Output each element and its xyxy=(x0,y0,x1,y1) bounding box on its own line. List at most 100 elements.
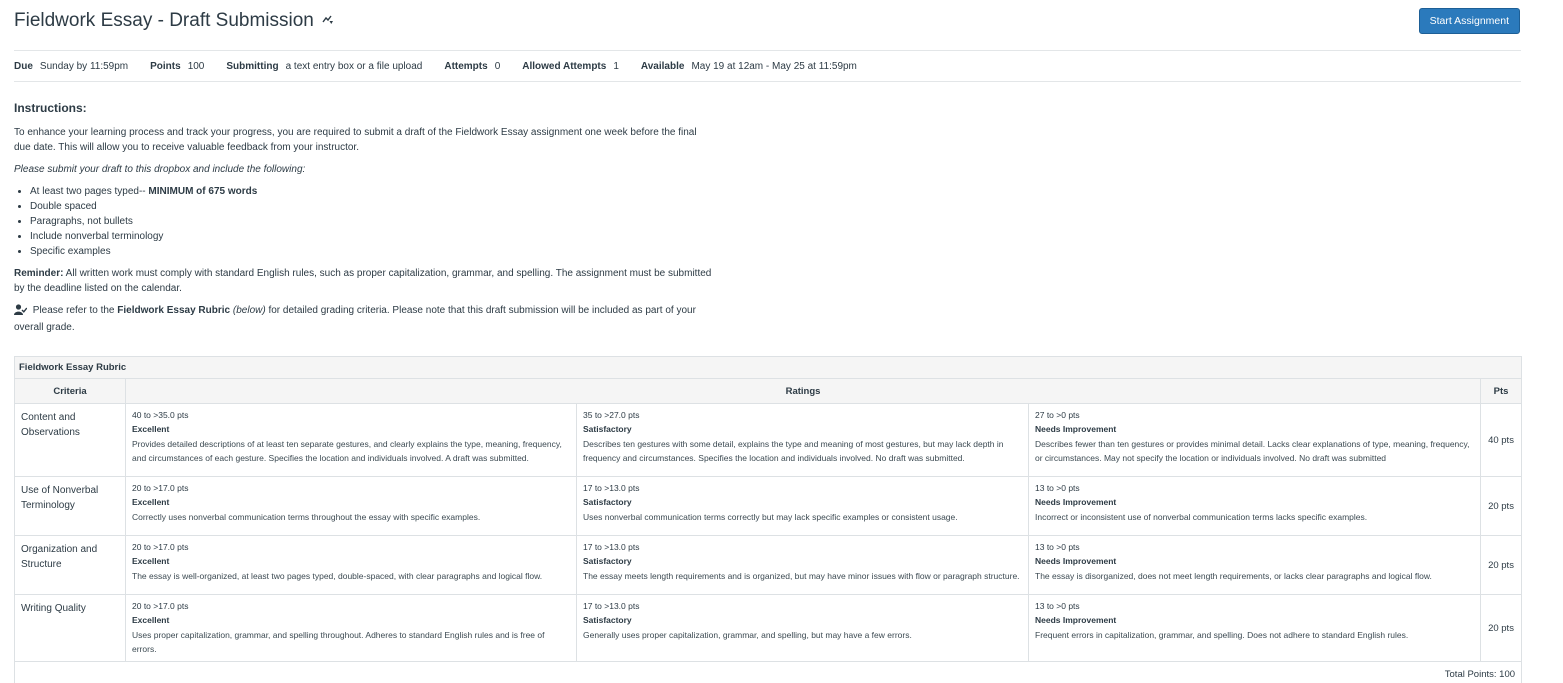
points-value: 100 xyxy=(187,60,205,72)
rubric-table: Fieldwork Essay Rubric Criteria Ratings … xyxy=(13,356,1523,683)
attempts-detail: Attempts 0 xyxy=(444,61,500,72)
rating-level: Satisfactory xyxy=(583,496,632,507)
available-detail: Available May 19 at 12am - May 25 at 11:5… xyxy=(641,61,857,72)
rating-points: 13 to >0 pts xyxy=(1035,483,1080,493)
submitting-detail: Submitting a text entry box or a file upl… xyxy=(226,61,422,72)
rating-description: Correctly uses nonverbal communication t… xyxy=(132,512,481,522)
list-item-bold: MINIMUM of 675 words xyxy=(148,186,258,197)
rating-points: 13 to >0 pts xyxy=(1035,601,1080,611)
list-item: Paragraphs, not bullets xyxy=(30,214,714,229)
list-item: Double spaced xyxy=(30,199,714,214)
rating-cell: 17 to >13.0 pts Satisfactory Uses nonverba… xyxy=(576,476,1029,536)
rating-description: Provides detailed descriptions of at lea… xyxy=(132,439,562,463)
due-value: Sunday by 11:59pm xyxy=(39,60,129,72)
rating-description: Generally uses proper capitalization, gr… xyxy=(583,630,912,640)
criteria-header: Criteria xyxy=(14,378,126,404)
page-title-text: Fieldwork Essay - Draft Submission xyxy=(14,10,314,31)
rating-level: Excellent xyxy=(132,423,170,434)
rating-description: Frequent errors in capitalization, gramm… xyxy=(1035,630,1409,640)
available-value: May 19 at 12am - May 25 at 11:59pm xyxy=(691,60,857,72)
criteria-cell: Content and Observations xyxy=(14,403,126,477)
publish-toggle-icon[interactable] xyxy=(322,9,334,31)
submitting-label: Submitting xyxy=(226,60,279,72)
refer-below: (below) xyxy=(230,305,266,316)
rating-cell: 40 to >35.0 pts Excellent Provides detaile… xyxy=(125,403,577,477)
row-points: 20 pts xyxy=(1479,535,1523,595)
intro-paragraph: To enhance your learning process and tra… xyxy=(14,127,697,153)
table-row: Writing Quality 20 to >17.0 pts Excellent… xyxy=(14,594,1523,662)
rating-description: Uses proper capitalization, grammar, and… xyxy=(132,630,545,654)
due-detail: Due Sunday by 11:59pm xyxy=(14,61,128,72)
points-label: Points xyxy=(150,60,181,72)
requirements-list: At least two pages typed-- MINIMUM of 67… xyxy=(30,184,714,259)
rating-points: 17 to >13.0 pts xyxy=(583,542,640,552)
rating-level: Needs Improvement xyxy=(1035,555,1117,566)
rating-points: 20 to >17.0 pts xyxy=(132,483,189,493)
submitting-value: a text entry box or a file upload xyxy=(285,60,423,72)
rating-points: 40 to >35.0 pts xyxy=(132,410,189,420)
rating-cell: 20 to >17.0 pts Excellent Uses proper capi… xyxy=(125,594,577,662)
available-label: Available xyxy=(640,60,685,72)
rating-cell: 13 to >0 pts Needs Improvement Frequent er… xyxy=(1028,594,1481,662)
rating-cell: 35 to >27.0 pts Satisfactory Describes ten… xyxy=(576,403,1029,477)
reminder-text: All written work must comply with standa… xyxy=(14,268,712,294)
list-item: At least two pages typed-- MINIMUM of 67… xyxy=(30,184,714,199)
rating-level: Needs Improvement xyxy=(1035,496,1117,507)
rating-level: Excellent xyxy=(132,496,170,507)
instructions-heading: Instructions: xyxy=(14,101,87,115)
assignment-details-bar: Due Sunday by 11:59pm Points 100 Submittin… xyxy=(14,50,1521,82)
submit-note: Please submit your draft to this dropbox… xyxy=(14,164,306,175)
rating-cell: 27 to >0 pts Needs Improvement Describes f… xyxy=(1028,403,1481,477)
list-item: Specific examples xyxy=(30,244,714,259)
rating-cell: 17 to >13.0 pts Satisfactory Generally use… xyxy=(576,594,1029,662)
rating-level: Satisfactory xyxy=(583,555,632,566)
refer-rubric-name: Fieldwork Essay Rubric xyxy=(117,305,231,316)
row-points: 20 pts xyxy=(1479,594,1523,662)
reminder-paragraph: Reminder: All written work must comply w… xyxy=(14,266,714,296)
rating-cell: 13 to >0 pts Needs Improvement The essay i… xyxy=(1028,535,1481,595)
rating-points: 13 to >0 pts xyxy=(1035,542,1080,552)
refer-paragraph: Please refer to the Fieldwork Essay Rubr… xyxy=(14,303,714,335)
criteria-cell: Use of Nonverbal Terminology xyxy=(14,476,126,536)
attempts-value: 0 xyxy=(494,60,501,72)
rating-points: 17 to >13.0 pts xyxy=(583,601,640,611)
start-assignment-button[interactable]: Start Assignment xyxy=(1418,8,1520,34)
rating-cell: 17 to >13.0 pts Satisfactory The essay mee… xyxy=(576,535,1029,595)
rating-cell: 13 to >0 pts Needs Improvement Incorrect o… xyxy=(1028,476,1481,536)
rating-level: Excellent xyxy=(132,555,170,566)
reminder-label: Reminder: xyxy=(14,268,64,279)
user-check-icon xyxy=(14,304,28,320)
rating-level: Needs Improvement xyxy=(1035,614,1117,625)
criteria-cell: Writing Quality xyxy=(14,594,126,662)
table-row: Organization and Structure 20 to >17.0 p… xyxy=(14,535,1523,595)
list-item-text: At least two pages typed-- xyxy=(30,186,149,197)
due-label: Due xyxy=(14,60,33,72)
allowed-attempts-detail: Allowed Attempts 1 xyxy=(522,61,619,72)
attempts-label: Attempts xyxy=(444,60,488,72)
rating-points: 35 to >27.0 pts xyxy=(583,410,640,420)
rating-level: Satisfactory xyxy=(583,614,632,625)
page-title: Fieldwork Essay - Draft Submission xyxy=(14,9,334,32)
rating-points: 27 to >0 pts xyxy=(1035,410,1080,420)
rating-level: Excellent xyxy=(132,614,170,625)
rating-description: Uses nonverbal communication terms corre… xyxy=(583,512,958,522)
rating-level: Satisfactory xyxy=(583,423,632,434)
rating-points: 20 to >17.0 pts xyxy=(132,542,189,552)
assignment-description: Instructions: To enhance your learning p… xyxy=(14,101,714,342)
rating-description: The essay is well-organized, at least tw… xyxy=(132,571,543,581)
rating-description: Incorrect or inconsistent use of nonverb… xyxy=(1035,512,1368,522)
table-row: Content and Observations 40 to >35.0 pts… xyxy=(14,403,1523,477)
allowed-attempts-value: 1 xyxy=(613,60,619,72)
rating-points: 20 to >17.0 pts xyxy=(132,601,189,611)
rating-description: Describes ten gestures with some detail,… xyxy=(583,439,1004,463)
pts-header: Pts xyxy=(1479,378,1523,404)
rating-description: The essay meets length requirements and … xyxy=(583,571,1020,581)
refer-text: Please refer to the xyxy=(30,305,118,316)
ratings-header: Ratings xyxy=(125,378,1481,404)
criteria-cell: Organization and Structure xyxy=(14,535,126,595)
list-item: Include nonverbal terminology xyxy=(30,229,714,244)
total-points: Total Points: 100 xyxy=(13,661,1523,683)
row-points: 20 pts xyxy=(1479,476,1523,536)
table-row: Use of Nonverbal Terminology 20 to >17.0… xyxy=(14,476,1523,536)
rating-points: 17 to >13.0 pts xyxy=(583,483,640,493)
